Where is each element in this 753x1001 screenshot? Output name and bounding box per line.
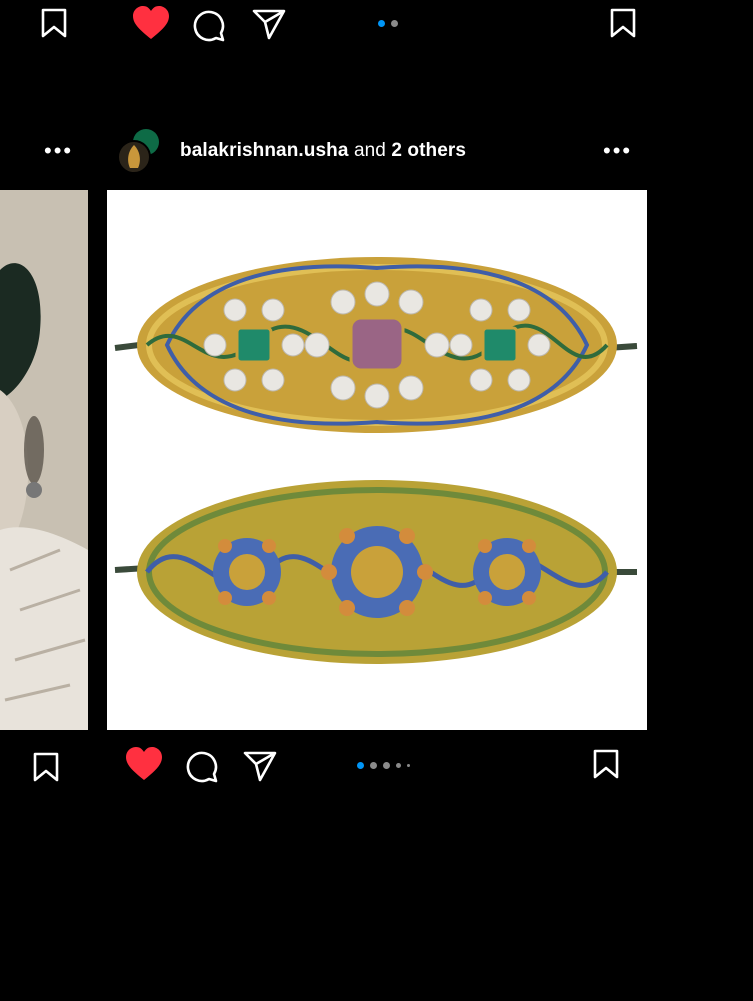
jewel-ornament-top [114, 257, 638, 433]
coauthors-link[interactable]: 2 others [391, 140, 466, 161]
carousel-indicator [357, 757, 416, 775]
post-image [0, 190, 88, 730]
carousel-dot-active [357, 762, 364, 770]
bookmark-icon[interactable] [32, 752, 60, 782]
share-icon[interactable] [243, 750, 277, 782]
share-icon[interactable] [252, 8, 286, 40]
heart-icon[interactable] [125, 747, 163, 781]
bookmark-icon[interactable] [592, 749, 620, 779]
carousel-indicator [378, 15, 404, 33]
more-icon[interactable]: ••• [44, 140, 73, 162]
bookmark-icon[interactable] [40, 8, 68, 38]
jewel-ornament-bottom [114, 480, 637, 664]
avatar[interactable] [116, 128, 162, 174]
comment-icon[interactable] [192, 8, 226, 42]
bookmark-icon[interactable] [609, 8, 637, 38]
post-header: balakrishnan.usha and 2 others [180, 140, 466, 162]
carousel-dot [407, 764, 410, 768]
carousel-dot [370, 762, 377, 770]
coauthor-connector: and [353, 140, 386, 161]
carousel-dot [396, 763, 401, 769]
comment-icon[interactable] [185, 749, 219, 783]
more-icon[interactable]: ••• [603, 140, 632, 162]
post-image[interactable] [107, 190, 647, 730]
carousel-dot [391, 20, 398, 28]
carousel-dot-active [378, 20, 385, 28]
carousel-dot [383, 762, 390, 770]
author-username[interactable]: balakrishnan.usha [180, 140, 349, 161]
heart-icon[interactable] [132, 6, 170, 40]
